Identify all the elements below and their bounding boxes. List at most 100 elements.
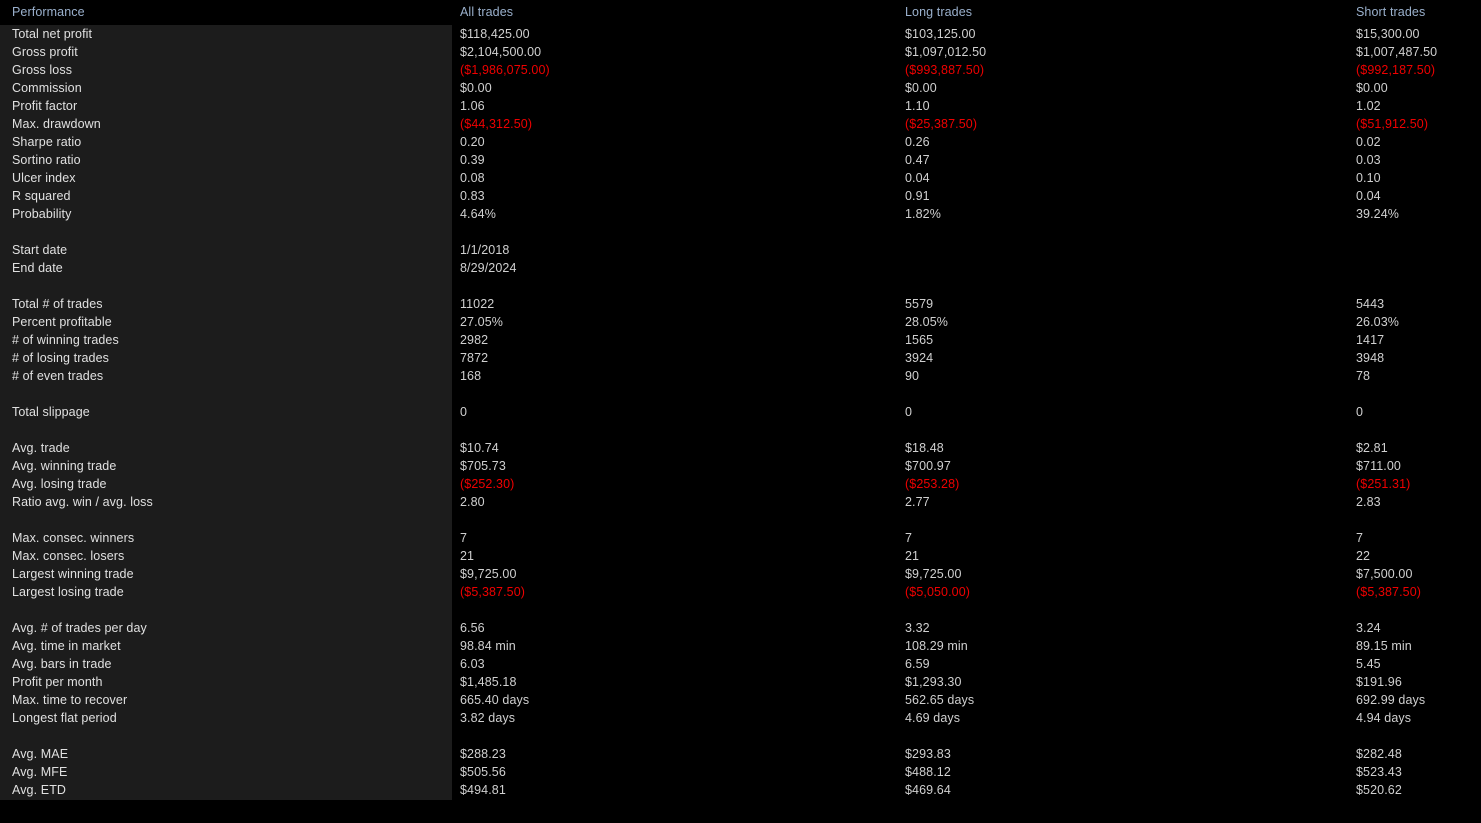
table-header-row: Performance All trades Long trades Short… bbox=[0, 0, 1481, 25]
cell-all-trades: 7872 bbox=[460, 351, 489, 365]
cell-long-trades: 2.77 bbox=[905, 495, 930, 509]
table-row[interactable]: # of even trades 168 90 78 bbox=[0, 367, 1481, 385]
cell-long-trades: 0.47 bbox=[905, 153, 930, 167]
cell-long-trades: $18.48 bbox=[905, 441, 944, 455]
table-row[interactable]: Gross profit $2,104,500.00 $1,097,012.50 $1… bbox=[0, 43, 1481, 61]
cell-all-trades: 2.80 bbox=[460, 495, 485, 509]
cell-long-trades: 4.69 days bbox=[905, 711, 961, 725]
row-label: Largest winning trade bbox=[12, 567, 134, 581]
table-row[interactable]: Max. drawdown ($44,312.50) ($25,387.50) ($5… bbox=[0, 115, 1481, 133]
table-row[interactable]: Avg. bars in trade 6.03 6.59 5.45 bbox=[0, 655, 1481, 673]
cell-short-trades: 1.02 bbox=[1356, 99, 1381, 113]
table-row[interactable]: Total # of trades 11022 5579 5443 bbox=[0, 295, 1481, 313]
cell-short-trades: 26.03% bbox=[1356, 315, 1399, 329]
row-label: Ratio avg. win / avg. loss bbox=[12, 495, 153, 509]
row-label: Avg. ETD bbox=[12, 783, 67, 797]
table-row[interactable]: Max. consec. losers 21 21 22 bbox=[0, 547, 1481, 565]
table-row[interactable]: Avg. losing trade ($252.30) ($253.28) ($251… bbox=[0, 475, 1481, 493]
row-label: Max. consec. losers bbox=[12, 549, 125, 563]
table-row[interactable]: # of winning trades 2982 1565 1417 bbox=[0, 331, 1481, 349]
table-row[interactable]: R squared 0.83 0.91 0.04 bbox=[0, 187, 1481, 205]
cell-long-trades: ($253.28) bbox=[905, 477, 960, 491]
table-row[interactable]: Ratio avg. win / avg. loss 2.80 2.77 2.83 bbox=[0, 493, 1481, 511]
cell-long-trades: 6.59 bbox=[905, 657, 930, 671]
table-row[interactable]: Avg. MAE $288.23 $293.83 $282.48 bbox=[0, 745, 1481, 763]
row-label: Gross loss bbox=[12, 63, 73, 77]
table-row[interactable]: Avg. time in market 98.84 min 108.29 min 89… bbox=[0, 637, 1481, 655]
row-label: Total slippage bbox=[12, 405, 90, 419]
cell-long-trades: $293.83 bbox=[905, 747, 951, 761]
table-row[interactable]: Avg. ETD $494.81 $469.64 $520.62 bbox=[0, 781, 1481, 799]
cell-all-trades: 4.64% bbox=[460, 207, 496, 221]
table-row[interactable]: Avg. winning trade $705.73 $700.97 $711.00 bbox=[0, 457, 1481, 475]
cell-short-trades: $711.00 bbox=[1356, 459, 1401, 473]
table-row-spacer bbox=[0, 727, 1481, 745]
table-row[interactable]: Largest winning trade $9,725.00 $9,725.00 $… bbox=[0, 565, 1481, 583]
cell-all-trades: 11022 bbox=[460, 297, 495, 311]
table-row[interactable]: Sharpe ratio 0.20 0.26 0.02 bbox=[0, 133, 1481, 151]
cell-all-trades: 0.08 bbox=[460, 171, 485, 185]
row-label: Avg. # of trades per day bbox=[12, 621, 147, 635]
cell-long-trades: 7 bbox=[905, 531, 913, 545]
table-row[interactable]: Largest losing trade ($5,387.50) ($5,050.0… bbox=[0, 583, 1481, 601]
table-row[interactable]: Profit factor 1.06 1.10 1.02 bbox=[0, 97, 1481, 115]
cell-long-trades: $469.64 bbox=[905, 783, 951, 797]
table-row[interactable]: Sortino ratio 0.39 0.47 0.03 bbox=[0, 151, 1481, 169]
cell-short-trades: $15,300.00 bbox=[1356, 27, 1420, 41]
table-row[interactable]: End date 8/29/2024 bbox=[0, 259, 1481, 277]
cell-short-trades: 1417 bbox=[1356, 333, 1385, 347]
cell-long-trades: 0.04 bbox=[905, 171, 930, 185]
cell-short-trades: 0.02 bbox=[1356, 135, 1381, 149]
cell-short-trades: $1,007,487.50 bbox=[1356, 45, 1438, 59]
cell-short-trades: ($992,187.50) bbox=[1356, 63, 1436, 77]
cell-all-trades: $0.00 bbox=[460, 81, 492, 95]
table-row[interactable]: Avg. # of trades per day 6.56 3.32 3.24 bbox=[0, 619, 1481, 637]
cell-long-trades: $700.97 bbox=[905, 459, 951, 473]
table-row[interactable]: Percent profitable 27.05% 28.05% 26.03% bbox=[0, 313, 1481, 331]
table-row[interactable]: Total net profit $118,425.00 $103,125.00 $1… bbox=[0, 25, 1481, 43]
cell-all-trades: 98.84 min bbox=[460, 639, 516, 653]
table-row[interactable]: # of losing trades 7872 3924 3948 bbox=[0, 349, 1481, 367]
row-label: End date bbox=[12, 261, 63, 275]
row-label: Max. drawdown bbox=[12, 117, 101, 131]
table-row[interactable]: Probability 4.64% 1.82% 39.24% bbox=[0, 205, 1481, 223]
cell-all-trades: 6.56 bbox=[460, 621, 485, 635]
table-row[interactable]: Commission $0.00 $0.00 $0.00 bbox=[0, 79, 1481, 97]
row-label: Max. time to recover bbox=[12, 693, 128, 707]
table-row[interactable]: Start date 1/1/2018 bbox=[0, 241, 1481, 259]
cell-long-trades: 1.82% bbox=[905, 207, 941, 221]
table-row[interactable]: Longest flat period 3.82 days 4.69 days 4.9… bbox=[0, 709, 1481, 727]
cell-all-trades: $9,725.00 bbox=[460, 567, 517, 581]
cell-long-trades: 0.26 bbox=[905, 135, 930, 149]
cell-short-trades: 2.83 bbox=[1356, 495, 1381, 509]
cell-long-trades: 1565 bbox=[905, 333, 934, 347]
table-row[interactable]: Profit per month $1,485.18 $1,293.30 $191.9… bbox=[0, 673, 1481, 691]
table-row[interactable]: Avg. MFE $505.56 $488.12 $523.43 bbox=[0, 763, 1481, 781]
row-label: Total net profit bbox=[12, 27, 93, 41]
table-row[interactable]: Avg. trade $10.74 $18.48 $2.81 bbox=[0, 439, 1481, 457]
row-label: # of winning trades bbox=[12, 333, 119, 347]
row-label: Largest losing trade bbox=[12, 585, 124, 599]
cell-short-trades: 692.99 days bbox=[1356, 693, 1426, 707]
cell-all-trades: ($252.30) bbox=[460, 477, 515, 491]
table-row[interactable]: Max. time to recover 665.40 days 562.65 da… bbox=[0, 691, 1481, 709]
cell-short-trades: 78 bbox=[1356, 369, 1371, 383]
table-row[interactable]: Total slippage 0 0 0 bbox=[0, 403, 1481, 421]
table-row[interactable]: Ulcer index 0.08 0.04 0.10 bbox=[0, 169, 1481, 187]
cell-short-trades: $2.81 bbox=[1356, 441, 1388, 455]
table-row[interactable]: Max. consec. winners 7 7 7 bbox=[0, 529, 1481, 547]
cell-long-trades: $103,125.00 bbox=[905, 27, 976, 41]
cell-short-trades: ($51,912.50) bbox=[1356, 117, 1429, 131]
cell-all-trades: 21 bbox=[460, 549, 475, 563]
row-label: Gross profit bbox=[12, 45, 78, 59]
cell-all-trades: $2,104,500.00 bbox=[460, 45, 542, 59]
cell-short-trades: 89.15 min bbox=[1356, 639, 1412, 653]
cell-long-trades: 21 bbox=[905, 549, 920, 563]
row-label: Percent profitable bbox=[12, 315, 112, 329]
cell-long-trades: $488.12 bbox=[905, 765, 951, 779]
table-row[interactable]: Gross loss ($1,986,075.00) ($993,887.50) ($… bbox=[0, 61, 1481, 79]
cell-all-trades: 1.06 bbox=[460, 99, 485, 113]
cell-all-trades: 1/1/2018 bbox=[460, 243, 510, 257]
cell-short-trades: 4.94 days bbox=[1356, 711, 1412, 725]
cell-all-trades: ($1,986,075.00) bbox=[460, 63, 550, 77]
